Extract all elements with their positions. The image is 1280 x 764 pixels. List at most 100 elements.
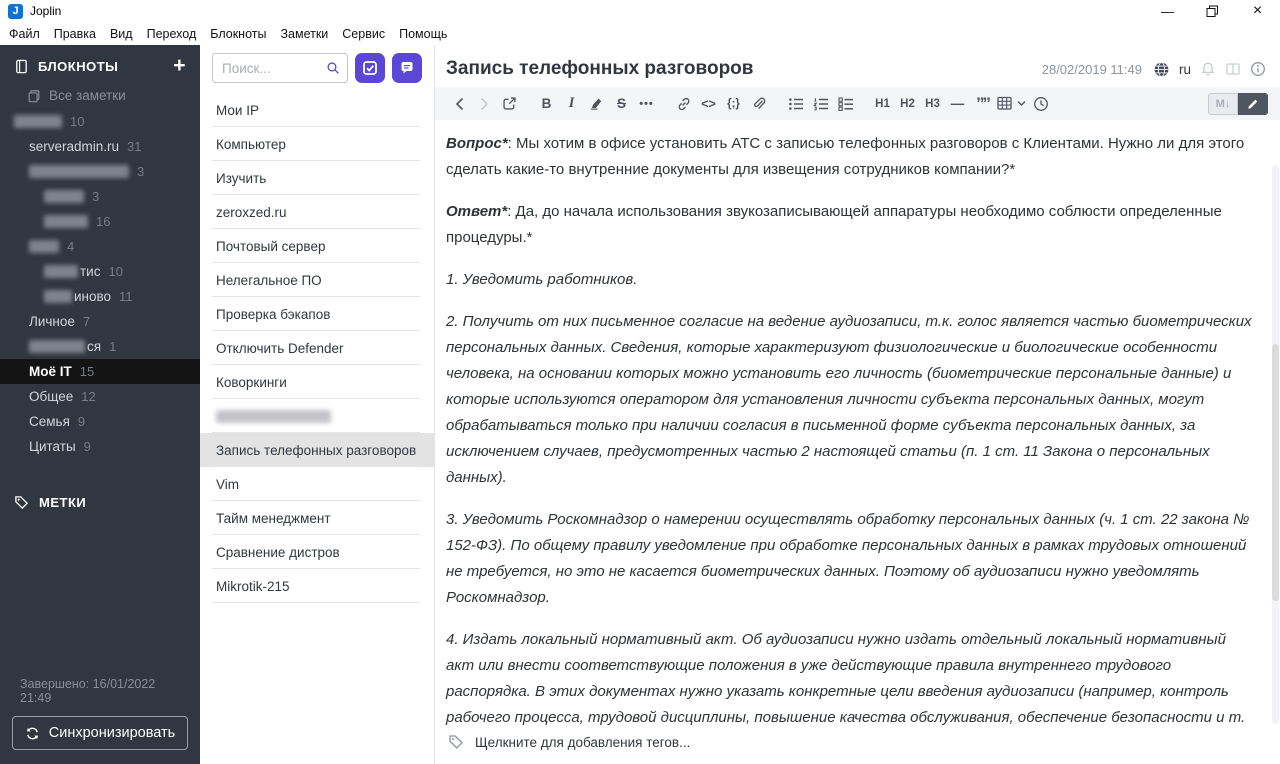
inline-code-button[interactable]: <>	[696, 91, 721, 117]
sidebar-notebook-item[interactable]: ся 1	[0, 334, 200, 359]
numbered-list-button[interactable]	[808, 91, 833, 117]
sidebar-notebook-item[interactable]: иново 11	[0, 284, 200, 309]
scrollbar-thumb[interactable]	[1272, 343, 1279, 601]
new-notebook-button[interactable]: +	[173, 55, 186, 76]
menu-bar: Файл Правка Вид Переход Блокноты Заметки…	[0, 22, 1280, 45]
new-note-button[interactable]	[392, 53, 422, 83]
horizontal-rule-button[interactable]: —	[945, 91, 970, 117]
sidebar-notebook-item[interactable]: 10	[0, 109, 200, 134]
note-list-item[interactable]: Мои IP	[200, 93, 434, 127]
spellcheck-locale-label[interactable]: ru	[1179, 62, 1191, 77]
note-list-item[interactable]: Почтовый сервер	[200, 229, 434, 263]
note-list-item[interactable]: Проверка бэкапов	[200, 297, 434, 331]
note-list-item[interactable]: Нелегальное ПО	[200, 263, 434, 297]
richtext-editor-toggle[interactable]	[1238, 92, 1268, 115]
sidebar-notebook-item[interactable]: 16	[0, 209, 200, 234]
menu-tools[interactable]: Сервис	[335, 27, 392, 41]
notebook-count: 10	[108, 264, 123, 279]
restore-button[interactable]	[1190, 0, 1235, 22]
layout-columns-icon[interactable]	[1225, 61, 1241, 77]
blockquote-button[interactable]: ””	[970, 91, 995, 117]
sidebar-notebook-item[interactable]: 3	[0, 184, 200, 209]
editor-scrollbar[interactable]	[1272, 165, 1279, 724]
menu-notes[interactable]: Заметки	[273, 27, 335, 41]
note-title: Коворкинги	[216, 374, 287, 390]
note-body-editor[interactable]: Вопрос*: Мы хотим в офисе установить АТС…	[435, 120, 1280, 726]
all-notes-label: Все заметки	[49, 88, 126, 103]
heading2-button[interactable]: H2	[895, 91, 920, 117]
notebook-label: иново	[74, 289, 112, 304]
heading1-button[interactable]: H1	[870, 91, 895, 117]
checkbox-list-button[interactable]	[833, 91, 858, 117]
note-list-item[interactable]: zeroxzed.ru	[200, 195, 434, 229]
search-input[interactable]	[222, 60, 326, 76]
sidebar-notebook-item[interactable]: Семья 9	[0, 409, 200, 434]
link-button[interactable]	[671, 91, 696, 117]
app-title: Joplin	[30, 4, 62, 18]
note-title-input[interactable]: Запись телефонных разговоров	[446, 58, 1042, 80]
add-tags-placeholder[interactable]: Щелкните для добавления тегов...	[475, 735, 690, 750]
sidebar-notebook-item[interactable]: Моё IT 15	[0, 359, 200, 384]
tag-bar[interactable]: Щелкните для добавления тегов...	[435, 726, 1280, 764]
note-list-item[interactable]: Запись телефонных разговоров	[200, 433, 434, 467]
pencil-icon	[1248, 99, 1258, 109]
sidebar-notebook-item[interactable]: 3	[0, 159, 200, 184]
menu-file[interactable]: Файл	[2, 27, 47, 41]
strikethrough-button[interactable]: S	[609, 91, 634, 117]
notebook-count: 7	[82, 314, 91, 329]
notebook-count: 12	[81, 389, 96, 404]
sidebar-notebook-item[interactable]: Общее 12	[0, 384, 200, 409]
minimize-button[interactable]: —	[1145, 0, 1190, 22]
sidebar-item-all-notes[interactable]: Все заметки	[0, 84, 200, 109]
note-title: Компьютер	[216, 136, 286, 152]
forward-button[interactable]	[472, 91, 497, 117]
note-list-item[interactable]: Сравнение дистров	[200, 535, 434, 569]
redacted-note-title	[216, 409, 331, 423]
note-list-panel: Мои IP Компьютер Изучить zeroxzed.ru Почтовы…	[200, 45, 435, 764]
sidebar-notebook-item[interactable]: Цитаты 9	[0, 434, 200, 459]
insert-datetime-button[interactable]	[1028, 91, 1053, 117]
note-title: Запись телефонных разговоров	[216, 442, 417, 458]
note-list-item[interactable]: Изучить	[200, 161, 434, 195]
menu-go[interactable]: Переход	[140, 27, 204, 41]
globe-icon[interactable]	[1153, 61, 1170, 78]
menu-edit[interactable]: Правка	[47, 27, 103, 41]
note-list-item[interactable]	[200, 399, 434, 433]
italic-button[interactable]: I	[559, 91, 584, 117]
bell-icon[interactable]	[1200, 61, 1216, 77]
bulleted-list-button[interactable]	[783, 91, 808, 117]
insert-table-button[interactable]	[995, 91, 1028, 117]
attach-file-button[interactable]	[746, 91, 771, 117]
new-todo-button[interactable]	[355, 53, 385, 83]
back-button[interactable]	[447, 91, 472, 117]
note-list-item[interactable]: Отключить Defender	[200, 331, 434, 365]
note-list-item[interactable]: Коворкинги	[200, 365, 434, 399]
sidebar-notebook-item[interactable]: тис 10	[0, 259, 200, 284]
note-list-item[interactable]: Vim	[200, 467, 434, 501]
external-edit-icon[interactable]	[497, 91, 522, 117]
paragraph-answer: Ответ*: Да, до начала использования звук…	[446, 199, 1256, 251]
menu-view[interactable]: Вид	[103, 27, 140, 41]
sidebar-notebook-item[interactable]: Личное 7	[0, 309, 200, 334]
note-list-item[interactable]: Компьютер	[200, 127, 434, 161]
synchronize-button[interactable]: Синхронизировать	[12, 716, 188, 750]
more-formats-button[interactable]: •••	[634, 91, 659, 117]
code-block-button[interactable]: {;}	[721, 91, 746, 117]
notebook-label: ся	[87, 339, 102, 354]
close-button[interactable]: ×	[1235, 0, 1280, 22]
note-properties-info-icon[interactable]	[1250, 61, 1266, 77]
sidebar-notebook-item[interactable]: 4	[0, 234, 200, 259]
menu-help[interactable]: Помощь	[392, 27, 454, 41]
note-title: zeroxzed.ru	[216, 204, 287, 220]
menu-notebooks[interactable]: Блокноты	[203, 27, 273, 41]
highlight-button[interactable]	[584, 91, 609, 117]
redacted-notebook-label	[14, 115, 62, 128]
sidebar-notebook-item[interactable]: serveradmin.ru 31	[0, 134, 200, 159]
notebook-label: Общее	[29, 389, 74, 404]
markdown-editor-toggle[interactable]: M↓	[1208, 92, 1238, 115]
note-list-item[interactable]: Mikrotik-215	[200, 569, 434, 603]
heading3-button[interactable]: H3	[920, 91, 945, 117]
note-list-item[interactable]: Тайм менеджмент	[200, 501, 434, 535]
bold-button[interactable]: B	[534, 91, 559, 117]
note-title: Почтовый сервер	[216, 238, 326, 254]
